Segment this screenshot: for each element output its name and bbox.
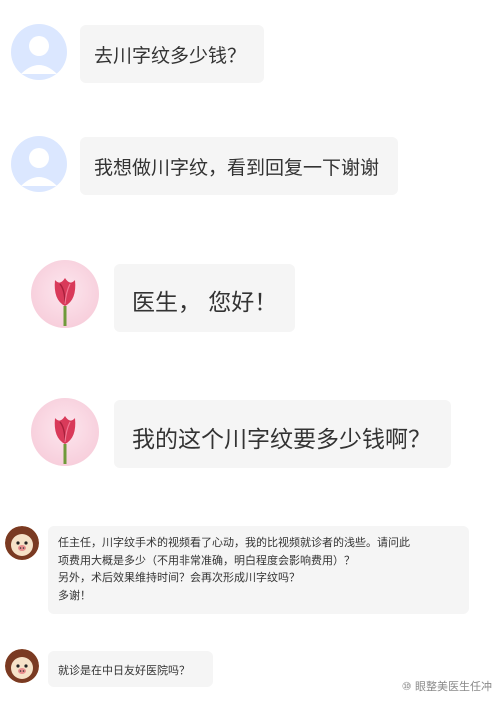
user-avatar[interactable] [11, 24, 67, 80]
message-bubble: 就诊是在中日友好医院吗？ [48, 651, 213, 687]
message-bubble: 我的这个川字纹要多少钱啊？ [114, 400, 451, 468]
doctor-avatar[interactable] [31, 260, 99, 328]
patient-avatar[interactable] [5, 649, 39, 683]
cartoon-dog-avatar-icon [5, 649, 39, 683]
user-avatar[interactable] [11, 136, 67, 192]
tulip-avatar-icon [54, 416, 76, 464]
tulip-avatar-icon [54, 278, 76, 326]
cartoon-dog-avatar-icon [5, 526, 39, 560]
message-line: 另外，术后效果维持时间？会再次形成川字纹吗？ [58, 571, 300, 584]
message-bubble: 任主任，川字纹手术的视频看了心动，我的比视频就诊者的浅些。请问此 项费用大概是多… [48, 526, 469, 614]
default-user-avatar-icon [21, 148, 57, 186]
message-text: 我的这个川字纹要多少钱啊？ [132, 427, 431, 453]
message-row: 任主任，川字纹手术的视频看了心动，我的比视频就诊者的浅些。请问此 项费用大概是多… [0, 520, 500, 620]
message-row: 去川字纹多少钱？ [0, 20, 500, 90]
message-bubble: 去川字纹多少钱？ [80, 25, 264, 83]
message-line: 多谢！ [58, 588, 91, 602]
doctor-avatar[interactable] [31, 398, 99, 466]
message-line: 项费用大概是多少（不用非常准确，明白程度会影响费用）？ [58, 553, 355, 567]
message-line: 任主任，川字纹手术的视频看了心动，我的比视频就诊者的浅些。请问此 [58, 536, 410, 549]
patient-avatar[interactable] [5, 526, 39, 560]
watermark: ⑩ 眼整美医生任冲 [401, 680, 492, 693]
message-row: 我想做川字纹，看到回复一下谢谢 [0, 132, 500, 202]
message-text: 医生， 您好！ [132, 290, 278, 316]
message-text: 我想做川字纹，看到回复一下谢谢 [94, 157, 380, 179]
message-text: 去川字纹多少钱？ [94, 45, 247, 67]
message-bubble: 我想做川字纹，看到回复一下谢谢 [80, 137, 398, 195]
default-user-avatar-icon [21, 36, 57, 74]
message-text: 就诊是在中日友好医院吗？ [58, 664, 190, 677]
message-row: 我的这个川字纹要多少钱啊？ [0, 398, 500, 478]
message-row: 医生， 您好！ [0, 260, 500, 340]
message-bubble: 医生， 您好！ [114, 264, 295, 332]
